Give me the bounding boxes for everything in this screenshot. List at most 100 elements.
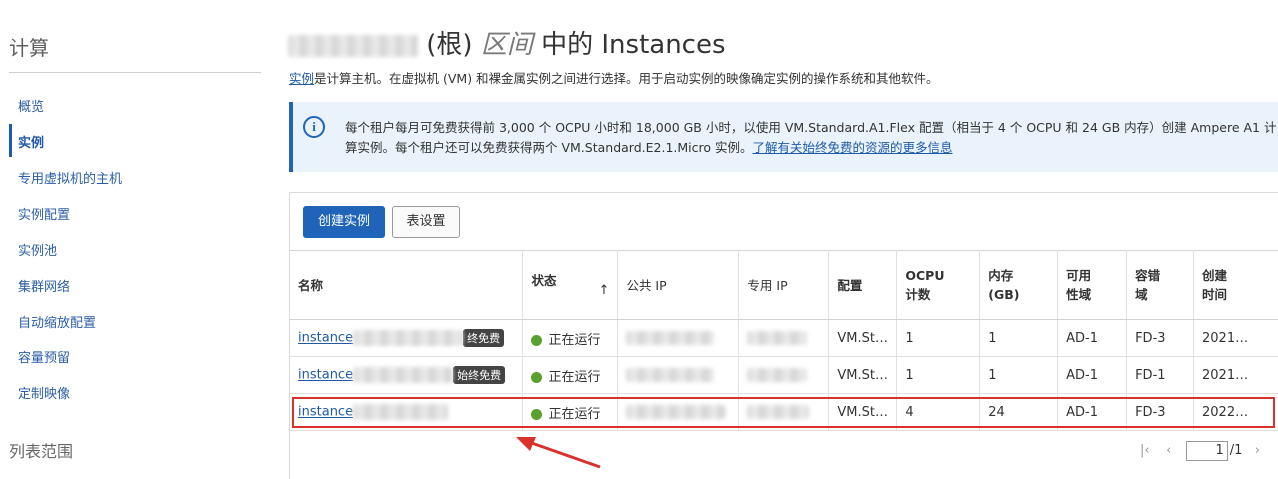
- cell-status: 正在运行: [522, 356, 619, 394]
- sidebar-item-cluster-networks[interactable]: 集群网络: [18, 276, 70, 295]
- sidebar-item-autoscaling[interactable]: 自动缩放配置: [18, 312, 96, 331]
- status-text: 正在运行: [548, 406, 601, 422]
- column-header-fd-line1: 容错: [1135, 268, 1161, 283]
- sidebar-item-instance-configurations[interactable]: 实例配置: [18, 204, 70, 223]
- page-description: 实例是计算主机。在虚拟机 (VM) 和裸金属实例之间进行选择。用于启动实例的映像…: [289, 68, 939, 87]
- column-header-memory[interactable]: 内存 (GB): [979, 250, 1059, 320]
- cell-ocpu: 1: [896, 319, 981, 357]
- table-row: instance 终免费 正在运行 VM.St… 1 1 AD-1 FD-3 20…: [290, 319, 1278, 357]
- cell-fault-domain: FD-3: [1126, 319, 1194, 357]
- running-status-icon: [531, 334, 543, 346]
- sort-ascending-icon[interactable]: ↑: [599, 281, 610, 300]
- sidebar-item-capacity-reservations[interactable]: 容量预留: [18, 347, 70, 366]
- cell-status: 正在运行: [522, 393, 619, 431]
- title-root: (根): [426, 30, 473, 60]
- cell-availability-domain: AD-1: [1057, 319, 1128, 357]
- table-settings-button[interactable]: 表设置: [392, 206, 460, 238]
- cell-created: 2021…: [1193, 319, 1278, 357]
- sidebar-item-instance-pools[interactable]: 实例池: [18, 240, 57, 259]
- column-header-shape-label: 配置: [837, 277, 863, 293]
- cell-memory: 24: [979, 393, 1059, 431]
- page-total: /1: [1229, 443, 1243, 458]
- instances-panel: 创建实例 表设置 名称 状态 ↑ 公共 IP 专用 IP 配置 OCPU 计数 内存…: [289, 192, 1278, 479]
- cell-name: instance: [290, 393, 524, 431]
- sidebar: 计算 概览 实例 专用虚拟机的主机 实例配置 实例池 集群网络 自动缩放配置 容…: [0, 0, 270, 479]
- cell-ocpu: 1: [896, 356, 981, 394]
- title-compartment-word: 区间: [480, 30, 533, 60]
- redacted-private-ip: [747, 405, 810, 419]
- table-header-row: 名称 状态 ↑ 公共 IP 专用 IP 配置 OCPU 计数 内存 (GB) 可用性域…: [290, 250, 1278, 320]
- prev-page-icon[interactable]: ‹: [1166, 443, 1171, 458]
- redacted-private-ip: [747, 368, 808, 382]
- title-rest: 中的 Instances: [541, 30, 726, 60]
- cell-private-ip: [738, 319, 830, 357]
- column-header-public-ip-label: 公共 IP: [626, 277, 667, 293]
- column-header-ocpu-line1: OCPU: [905, 268, 945, 283]
- instances-doc-link[interactable]: 实例: [289, 71, 314, 86]
- column-header-name[interactable]: 名称: [290, 250, 524, 320]
- cell-public-ip: [617, 393, 740, 431]
- next-page-icon[interactable]: ›: [1255, 443, 1260, 458]
- description-text: 是计算主机。在虚拟机 (VM) 和裸金属实例之间进行选择。用于启动实例的映像确定…: [314, 71, 939, 86]
- list-scope-heading: 列表范围: [9, 442, 74, 461]
- cell-created: 2022…: [1193, 393, 1278, 431]
- column-header-availability-domain[interactable]: 可用 性域: [1057, 250, 1128, 320]
- column-header-private-ip[interactable]: 专用 IP: [738, 250, 830, 320]
- column-header-private-ip-label: 专用 IP: [747, 277, 788, 293]
- redacted-public-ip: [626, 405, 727, 419]
- column-header-fault-domain[interactable]: 容错域: [1126, 250, 1194, 320]
- sidebar-title: 计算: [9, 36, 49, 60]
- info-icon: i: [303, 116, 325, 138]
- column-header-status-label: 状态: [531, 272, 557, 288]
- instance-name-link[interactable]: instance: [298, 368, 353, 383]
- sidebar-divider: [9, 72, 261, 73]
- cell-availability-domain: AD-1: [1057, 393, 1128, 431]
- cell-name: instance 终免费: [290, 319, 524, 357]
- cell-public-ip: [617, 319, 740, 357]
- column-header-ocpu-line2: 计数: [905, 287, 931, 302]
- column-header-shape[interactable]: 配置: [828, 250, 898, 320]
- column-header-memory-line2: (GB): [988, 287, 1020, 302]
- column-header-ad-line1: 可用: [1066, 268, 1092, 283]
- status-text: 正在运行: [548, 332, 601, 348]
- sidebar-item-dedicated-hosts[interactable]: 专用虚拟机的主机: [18, 168, 122, 187]
- sidebar-item-instances[interactable]: 实例: [18, 132, 44, 151]
- first-page-icon[interactable]: |‹: [1140, 443, 1150, 458]
- cell-created: 2021…: [1193, 356, 1278, 394]
- column-header-memory-line1: 内存: [988, 268, 1014, 283]
- column-header-created[interactable]: 创建 时间: [1193, 250, 1278, 320]
- always-free-link[interactable]: 了解有关始终免费的资源的更多信息: [753, 140, 953, 155]
- cell-shape: VM.St…: [828, 319, 898, 357]
- cell-name: instance 始终免费: [290, 356, 524, 394]
- sidebar-item-custom-images[interactable]: 定制映像: [18, 383, 70, 402]
- table-row: instance 正在运行 VM.St… 4 24 AD-1 FD-3 2022…: [290, 393, 1278, 431]
- redacted-instance-suffix: [353, 367, 454, 383]
- cell-private-ip: [738, 393, 830, 431]
- cell-memory: 1: [979, 319, 1059, 357]
- column-header-ad-line2: 性域: [1066, 287, 1092, 302]
- annotation-arrow-icon: [516, 437, 601, 469]
- instance-name-link[interactable]: instance: [298, 405, 353, 420]
- cell-public-ip: [617, 356, 740, 394]
- instances-table: 名称 状态 ↑ 公共 IP 专用 IP 配置 OCPU 计数 内存 (GB) 可用性域…: [290, 250, 1278, 431]
- column-header-name-label: 名称: [298, 277, 324, 293]
- redacted-public-ip: [626, 368, 715, 382]
- always-free-badge: 始终免费: [453, 366, 506, 384]
- sidebar-item-overview[interactable]: 概览: [18, 96, 44, 115]
- cell-status: 正在运行: [522, 319, 619, 357]
- column-header-ocpu[interactable]: OCPU 计数: [896, 250, 981, 320]
- cell-availability-domain: AD-1: [1057, 356, 1128, 394]
- page-number-input[interactable]: 1: [1185, 441, 1228, 461]
- column-header-public-ip[interactable]: 公共 IP: [617, 250, 740, 320]
- cell-memory: 1: [979, 356, 1059, 394]
- column-header-created-line1: 创建: [1202, 268, 1228, 283]
- instance-name-link[interactable]: instance: [298, 331, 353, 346]
- pagination: |‹ ‹ 1/1 ›: [1140, 441, 1260, 461]
- column-header-status[interactable]: 状态 ↑: [522, 250, 619, 320]
- running-status-icon: [531, 371, 543, 383]
- cell-private-ip: [738, 356, 830, 394]
- cell-shape: VM.St…: [828, 393, 898, 431]
- cell-fault-domain: FD-1: [1126, 356, 1194, 394]
- free-tier-info-banner: i 每个租户每月可免费获得前 3,000 个 OCPU 小时和 18,000 G…: [289, 102, 1278, 172]
- create-instance-button[interactable]: 创建实例: [303, 206, 385, 238]
